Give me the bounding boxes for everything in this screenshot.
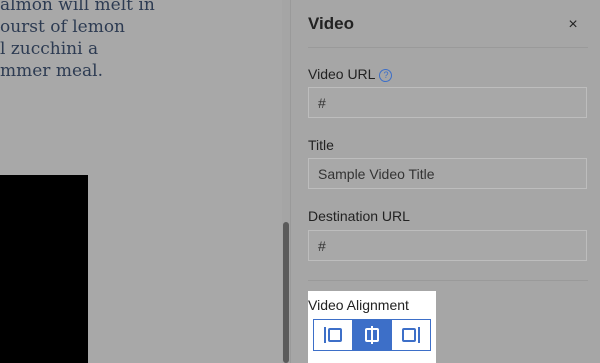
align-left-button[interactable] bbox=[314, 320, 352, 350]
body-text-line: almon will melt in bbox=[0, 0, 155, 15]
video-alignment-label: Video Alignment bbox=[308, 297, 409, 313]
body-text[interactable]: almon will melt in ourst of lemon l zucc… bbox=[0, 0, 282, 82]
close-button[interactable]: × bbox=[563, 14, 583, 36]
video-url-input[interactable] bbox=[308, 87, 587, 118]
video-url-label: Video URL? bbox=[308, 66, 393, 82]
help-icon[interactable]: ? bbox=[379, 69, 393, 82]
divider bbox=[308, 47, 588, 48]
divider bbox=[308, 280, 588, 281]
title-label: Title bbox=[308, 137, 334, 153]
video-alignment-control bbox=[313, 319, 431, 351]
video-settings-panel: Video × Video URL? Title Destination URL… bbox=[290, 0, 600, 363]
destination-url-label: Destination URL bbox=[308, 208, 410, 224]
title-input[interactable] bbox=[308, 158, 587, 189]
editor-canvas: almon will melt in ourst of lemon l zucc… bbox=[0, 0, 282, 363]
scrollbar-thumb[interactable] bbox=[283, 222, 289, 363]
align-center-button[interactable] bbox=[352, 320, 391, 350]
panel-title: Video bbox=[308, 14, 354, 33]
body-text-line: mmer meal. bbox=[0, 61, 103, 81]
video-url-label-text: Video URL bbox=[308, 66, 376, 82]
destination-url-input[interactable] bbox=[308, 230, 587, 261]
align-center-icon bbox=[365, 326, 379, 344]
align-right-button[interactable] bbox=[391, 320, 430, 350]
body-text-line: l zucchini a bbox=[0, 39, 99, 59]
body-text-line: ourst of lemon bbox=[0, 17, 126, 37]
video-embed[interactable] bbox=[0, 175, 88, 363]
align-right-icon bbox=[402, 327, 420, 343]
align-left-icon bbox=[324, 327, 342, 343]
